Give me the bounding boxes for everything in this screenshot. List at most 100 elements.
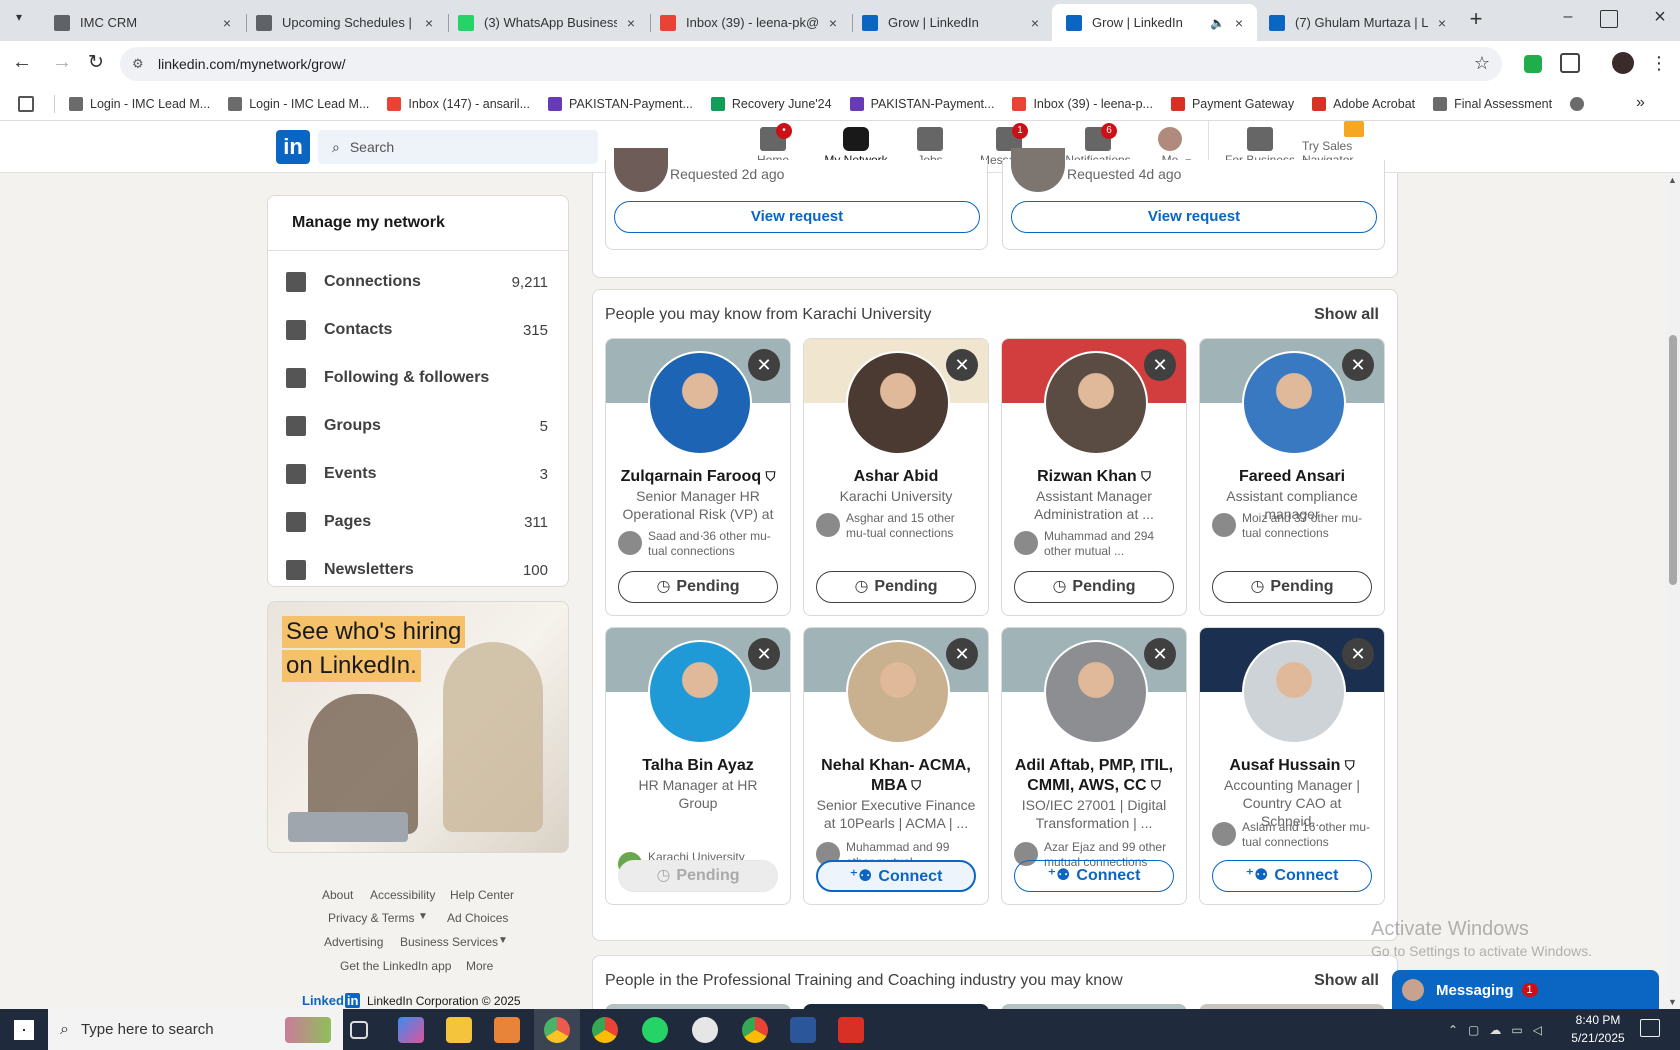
show-all-button[interactable]: Show all (1314, 972, 1379, 990)
dismiss-close-icon[interactable]: ✕ (946, 638, 978, 670)
bookmark-extra-icon[interactable] (1570, 96, 1585, 111)
connect-button[interactable]: ⁺⚉ Connect (1212, 860, 1372, 892)
tab-search-button[interactable]: ▾ (8, 10, 30, 32)
dismiss-close-icon[interactable]: ✕ (1144, 638, 1176, 670)
browser-tab[interactable]: Upcoming Schedules | IM × (242, 4, 447, 41)
close-tab-icon[interactable]: × (1027, 15, 1043, 31)
person-card[interactable]: ✕ Talha Bin Ayaz HR Manager at HR Group Kar… (605, 627, 791, 905)
acrobat-icon[interactable] (838, 1017, 864, 1043)
footer-link-business-services[interactable]: Business Services (400, 935, 498, 949)
manage-row-following-followers[interactable]: Following & followers (268, 354, 568, 402)
page-scrollbar[interactable]: ▲ ▼ (1666, 173, 1680, 1009)
profile-avatar[interactable] (846, 640, 950, 744)
close-tab-icon[interactable]: × (1231, 15, 1247, 31)
new-tab-button[interactable]: + (1464, 8, 1488, 32)
close-tab-icon[interactable]: × (421, 15, 437, 31)
dismiss-close-icon[interactable]: ✕ (1144, 349, 1176, 381)
browser-menu-icon[interactable]: ⋮ (1650, 51, 1668, 75)
bookmark-item[interactable]: Login - IMC Lead M... (69, 96, 210, 111)
messaging-overlay[interactable]: Messaging 1 (1392, 970, 1659, 1010)
extensions-puzzle-icon[interactable] (1560, 53, 1580, 73)
manage-row-events[interactable]: Events 3 (268, 450, 568, 498)
speaker-icon[interactable]: 🔈 (1210, 16, 1225, 30)
dismiss-close-icon[interactable]: ✕ (1342, 638, 1374, 670)
forward-arrow-icon[interactable]: → (50, 51, 74, 75)
show-all-button[interactable]: Show all (1314, 306, 1379, 324)
profile-avatar[interactable] (846, 351, 950, 455)
file-explorer-icon[interactable] (446, 1017, 472, 1043)
person-card[interactable]: ✕ Adil Aftab, PMP, ITIL, CMMI, AWS, CC ⛉ I… (1001, 627, 1187, 905)
browser-tab[interactable]: IMC CRM × (40, 4, 245, 41)
person-card[interactable]: ✕ Rizwan Khan ⛉ Assistant Manager Administ… (1001, 338, 1187, 616)
person-name[interactable]: Adil Aftab, PMP, ITIL, CMMI, AWS, CC ⛉ (1008, 756, 1180, 796)
copilot-icon[interactable] (398, 1017, 424, 1043)
whatsapp-icon[interactable] (642, 1017, 668, 1043)
person-name[interactable]: Nehal Khan- ACMA, MBA ⛉ (810, 756, 982, 796)
notification-center-icon[interactable] (1640, 1019, 1660, 1037)
bookmark-item[interactable]: Final Assessment (1433, 96, 1552, 111)
business-chevron-down-icon[interactable]: ▼ (498, 935, 508, 946)
pending-button[interactable]: ◷ Pending (1212, 571, 1372, 603)
person-name[interactable]: Ashar Abid (810, 467, 982, 487)
manage-row-newsletters[interactable]: Newsletters 100 (268, 546, 568, 594)
bookmark-item[interactable]: Login - IMC Lead M... (228, 96, 369, 111)
tray-icons[interactable]: ⌃▢☁▭◁ (1448, 1023, 1552, 1037)
more-bookmarks-chevron-icon[interactable]: » (1636, 94, 1645, 112)
scrollbar-thumb[interactable] (1669, 335, 1677, 585)
person-name[interactable]: Zulqarnain Farooq ⛉ (612, 467, 784, 487)
footer-link-ad-choices[interactable]: Ad Choices (447, 911, 508, 925)
whatsapp-extension-icon[interactable] (1524, 55, 1542, 73)
person-name[interactable]: Rizwan Khan ⛉ (1008, 467, 1180, 487)
browser-tab[interactable]: (3) WhatsApp Business × (444, 4, 649, 41)
bookmark-item[interactable]: Inbox (147) - ansaril... (387, 96, 530, 111)
profile-avatar[interactable] (648, 351, 752, 455)
hiring-ad[interactable]: See who's hiring on LinkedIn. (267, 601, 569, 853)
browser-tab[interactable]: Inbox (39) - leena-pk@in × (646, 4, 851, 41)
footer-link-more[interactable]: More (466, 959, 493, 973)
bookmark-star-icon[interactable]: ☆ (1474, 53, 1490, 74)
restore-button[interactable] (1600, 10, 1618, 28)
manage-row-connections[interactable]: Connections 9,211 (268, 258, 568, 306)
profile-avatar[interactable] (1044, 351, 1148, 455)
profile-avatar[interactable] (1242, 351, 1346, 455)
footer-link-help-center[interactable]: Help Center (450, 888, 514, 902)
app-icon-orange[interactable] (494, 1017, 520, 1043)
site-settings-icon[interactable]: ⚙ (132, 56, 144, 72)
bookmark-item[interactable]: PAKISTAN-Payment... (849, 96, 994, 111)
person-card[interactable]: ✕ Zulqarnain Farooq ⛉ Senior Manager HR Op… (605, 338, 791, 616)
person-name[interactable]: Fareed Ansari (1206, 467, 1378, 487)
pending-button[interactable]: ◷ Pending (618, 860, 778, 892)
browser-tab[interactable]: Grow | LinkedIn 🔈 × (1052, 4, 1257, 41)
chrome-icon[interactable] (742, 1017, 768, 1043)
reload-icon[interactable]: ↻ (84, 51, 108, 75)
scroll-up-arrow-icon[interactable]: ▲ (1668, 175, 1677, 185)
bookmark-item[interactable]: Recovery June'24 (710, 96, 832, 111)
chrome-icon[interactable] (592, 1017, 618, 1043)
windows-start-icon[interactable] (14, 1020, 34, 1040)
bookmark-item[interactable]: Inbox (39) - leena-p... (1012, 96, 1153, 111)
person-name[interactable]: Ausaf Hussain ⛉ (1206, 756, 1378, 776)
privacy-chevron-down-icon[interactable]: ▼ (418, 911, 428, 922)
person-card[interactable]: ✕ Nehal Khan- ACMA, MBA ⛉ Senior Executive… (803, 627, 989, 905)
scroll-down-arrow-icon[interactable]: ▼ (1668, 997, 1677, 1007)
task-view-icon[interactable] (350, 1021, 368, 1039)
manage-row-groups[interactable]: Groups 5 (268, 402, 568, 450)
connect-button[interactable]: ⁺⚉ Connect (1014, 860, 1174, 892)
person-name[interactable]: Talha Bin Ayaz (612, 756, 784, 776)
back-arrow-icon[interactable]: ← (10, 51, 34, 75)
close-tab-icon[interactable]: × (1434, 15, 1450, 31)
connect-button[interactable]: ⁺⚉ Connect (816, 860, 976, 892)
bookmark-item[interactable]: Payment Gateway (1170, 96, 1294, 111)
browser-tab[interactable]: (7) Ghulam Murtaza | Lin × (1255, 4, 1460, 41)
view-request-button[interactable]: View request (1011, 201, 1377, 233)
profile-avatar[interactable] (1044, 640, 1148, 744)
bookmark-item[interactable]: Adobe Acrobat (1312, 96, 1415, 111)
pending-button[interactable]: ◷ Pending (618, 571, 778, 603)
dismiss-close-icon[interactable]: ✕ (946, 349, 978, 381)
person-card[interactable]: ✕ Ashar Abid Karachi University Asghar and … (803, 338, 989, 616)
taskbar-search-box[interactable]: ⌕ Type here to search (48, 1009, 343, 1050)
pending-button[interactable]: ◷ Pending (1014, 571, 1174, 603)
footer-link-privacy-terms[interactable]: Privacy & Terms (328, 911, 414, 925)
browser-tab[interactable]: Grow | LinkedIn × (848, 4, 1053, 41)
close-window-button[interactable]: × (1650, 6, 1670, 30)
